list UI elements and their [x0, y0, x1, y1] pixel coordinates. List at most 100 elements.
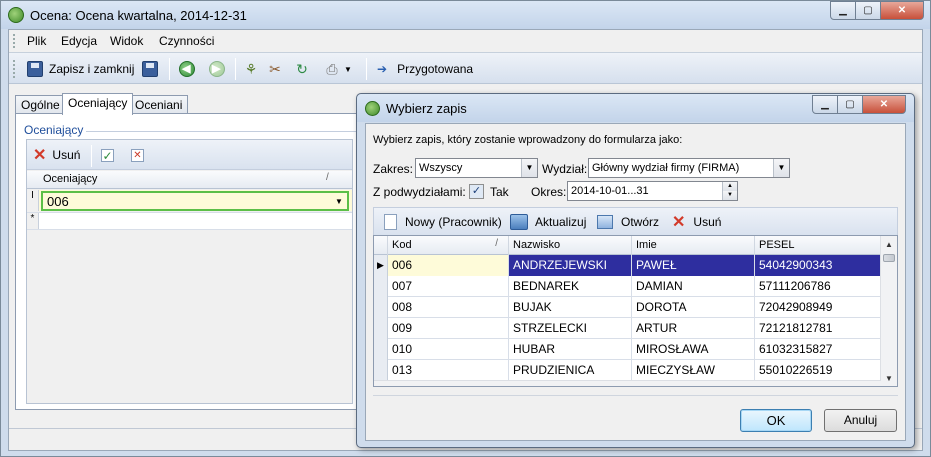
cell-nazwisko[interactable]: STRZELECKI: [509, 318, 632, 339]
column-pesel[interactable]: PESEL: [755, 236, 881, 255]
dialog-delete-button[interactable]: ✕ Usuń: [672, 213, 721, 231]
tab-oceniajacy[interactable]: Oceniający: [62, 93, 134, 115]
cell-kod[interactable]: 010: [388, 339, 509, 360]
new-label: Nowy (Pracownik): [405, 215, 502, 229]
main-titlebar[interactable]: Ocena: Ocena kwartalna, 2014-12-31 ▁ ▢ ✕: [1, 1, 930, 29]
cell-nazwisko[interactable]: HUBAR: [509, 339, 632, 360]
vertical-scrollbar[interactable]: ▲ ▼: [880, 236, 897, 386]
menu-edycja[interactable]: Edycja: [61, 34, 97, 48]
spin-down-icon[interactable]: ▼: [722, 191, 737, 200]
column-nazwisko[interactable]: Nazwisko: [509, 236, 632, 255]
header-corner: [374, 236, 388, 255]
table-row[interactable]: 008 BUJAK DOROTA 72042908949: [374, 297, 881, 318]
scroll-down-icon[interactable]: ▼: [881, 370, 897, 386]
delete-label: Usuń: [52, 148, 81, 162]
cell-imie[interactable]: ARTUR: [632, 318, 755, 339]
cell-kod[interactable]: 006: [388, 255, 509, 276]
menu-plik[interactable]: Plik: [27, 34, 46, 48]
cell-nazwisko[interactable]: BUJAK: [509, 297, 632, 318]
tab-ogolne[interactable]: Ogólne: [15, 95, 66, 114]
menu-grip: [13, 34, 16, 48]
print-button[interactable]: ⎙ ▼: [324, 59, 352, 79]
table-row[interactable]: 013 PRUDZIENICA MIECZYSŁAW 55010226519: [374, 360, 881, 381]
cell-kod[interactable]: 009: [388, 318, 509, 339]
table-row[interactable]: 010 HUBAR MIROSŁAWA 61032315827: [374, 339, 881, 360]
ok-button[interactable]: OK: [740, 409, 812, 432]
cell-imie[interactable]: PAWEŁ: [632, 255, 755, 276]
chevron-down-icon[interactable]: ▼: [773, 159, 789, 177]
forward-button[interactable]: ▶: [209, 59, 225, 79]
oceniajacy-grid-header[interactable]: Oceniający /: [27, 171, 352, 189]
cell-pesel[interactable]: 72121812781: [755, 318, 881, 339]
select-record-dialog: Wybierz zapis ▁ ▢ ✕ Wybierz zapis, który…: [356, 93, 915, 448]
close-button[interactable]: ✕: [880, 1, 924, 20]
refresh-icon: ↻: [296, 61, 308, 77]
cell-pesel[interactable]: 54042900343: [755, 255, 881, 276]
dialog-maximize-button[interactable]: ▢: [837, 95, 863, 114]
chevron-down-icon[interactable]: ▼: [333, 195, 345, 208]
column-oceniajacy[interactable]: Oceniający: [43, 173, 97, 185]
refresh-icon: [510, 214, 528, 230]
tools-button[interactable]: ✂: [267, 59, 283, 79]
menu-widok[interactable]: Widok: [110, 34, 143, 48]
cell-imie[interactable]: DAMIAN: [632, 276, 755, 297]
table-row[interactable]: I 006 ▼: [27, 190, 352, 211]
refresh-button[interactable]: Aktualizuj: [510, 213, 586, 231]
select-all-button[interactable]: ✓: [101, 145, 114, 165]
status-button[interactable]: ➔ Przygotowana: [377, 59, 473, 79]
cell-nazwisko[interactable]: ANDRZEJEWSKI: [509, 255, 632, 276]
dialog-title: Wybierz zapis: [386, 101, 467, 116]
maximize-button[interactable]: ▢: [855, 1, 881, 20]
cell-nazwisko[interactable]: BEDNAREK: [509, 276, 632, 297]
save-as-button[interactable]: [142, 59, 158, 79]
column-imie[interactable]: Imie: [632, 236, 755, 255]
scroll-up-icon[interactable]: ▲: [881, 236, 897, 253]
status-label: Przygotowana: [397, 62, 474, 76]
dialog-close-button[interactable]: ✕: [862, 95, 906, 114]
unselect-button[interactable]: ✕: [131, 145, 144, 165]
scroll-thumb[interactable]: [883, 254, 895, 262]
dialog-minimize-button[interactable]: ▁: [812, 95, 838, 114]
wydzial-label: Wydział:: [542, 162, 588, 176]
dialog-toolbar: Nowy (Pracownik) Aktualizuj Otwórz ✕ Usu…: [373, 207, 898, 235]
column-kod[interactable]: Kod /: [388, 236, 509, 255]
spin-up-icon[interactable]: ▲: [722, 182, 737, 191]
new-button[interactable]: Nowy (Pracownik): [384, 213, 502, 231]
new-row[interactable]: *: [27, 212, 352, 230]
back-button[interactable]: ◀: [179, 59, 195, 79]
cell-imie[interactable]: MIECZYSŁAW: [632, 360, 755, 381]
dialog-titlebar[interactable]: Wybierz zapis ▁ ▢ ✕: [357, 94, 914, 122]
wydzial-select[interactable]: Główny wydział firmy (FIRMA) ▼: [588, 158, 790, 178]
zakres-select[interactable]: Wszyscy ▼: [415, 158, 538, 178]
cell-pesel[interactable]: 57111206786: [755, 276, 881, 297]
oceniajacy-combo[interactable]: 006 ▼: [41, 191, 349, 211]
cell-pesel[interactable]: 55010226519: [755, 360, 881, 381]
cell-kod[interactable]: 007: [388, 276, 509, 297]
cancel-button[interactable]: Anuluj: [824, 409, 897, 432]
chevron-down-icon[interactable]: ▼: [521, 159, 537, 177]
records-grid: Kod / Nazwisko Imie PESEL ▶ 006 ANDRZEJEWS…: [373, 235, 898, 387]
cell-pesel[interactable]: 61032315827: [755, 339, 881, 360]
cell-kod[interactable]: 008: [388, 297, 509, 318]
cell-imie[interactable]: MIROSŁAWA: [632, 339, 755, 360]
table-row[interactable]: ▶ 006 ANDRZEJEWSKI PAWEŁ 54042900343: [374, 255, 881, 276]
open-button[interactable]: Otwórz: [597, 213, 659, 231]
minimize-button[interactable]: ▁: [830, 1, 856, 20]
tree-button[interactable]: ⚘: [243, 59, 259, 79]
okres-spinbox[interactable]: 2014-10-01...31 ▲ ▼: [567, 181, 738, 201]
row-indicator: [374, 360, 388, 381]
table-row[interactable]: 009 STRZELECKI ARTUR 72121812781: [374, 318, 881, 339]
cell-nazwisko[interactable]: PRUDZIENICA: [509, 360, 632, 381]
podwydzialy-checkbox[interactable]: ✓: [469, 184, 484, 199]
save-close-button[interactable]: Zapisz i zamknij: [27, 59, 134, 79]
tab-oceniani[interactable]: Oceniani: [129, 95, 189, 114]
menu-czynnosci[interactable]: Czynności: [159, 34, 214, 48]
horizontal-scrollbar[interactable]: [374, 380, 881, 386]
dropdown-arrow-icon[interactable]: ▼: [344, 65, 352, 74]
cell-pesel[interactable]: 72042908949: [755, 297, 881, 318]
delete-button[interactable]: ✕ Usuń: [33, 145, 80, 165]
cell-imie[interactable]: DOROTA: [632, 297, 755, 318]
table-row[interactable]: 007 BEDNAREK DAMIAN 57111206786: [374, 276, 881, 297]
cell-kod[interactable]: 013: [388, 360, 509, 381]
refresh-button[interactable]: ↻: [294, 59, 310, 79]
